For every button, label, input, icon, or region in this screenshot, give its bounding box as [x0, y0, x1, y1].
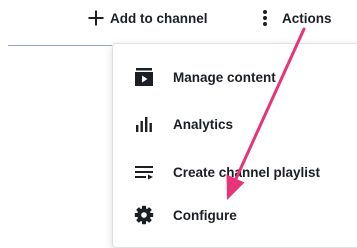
- menu-item-configure[interactable]: Configure: [113, 196, 357, 234]
- menu-item-label: Manage content: [173, 69, 276, 85]
- screen: Add to channel Actions Manage content An…: [0, 0, 357, 248]
- header-divider: [8, 45, 112, 46]
- playlist-add-icon: [133, 161, 155, 183]
- add-to-channel-label: Add to channel: [110, 10, 208, 26]
- menu-item-label: Analytics: [173, 116, 234, 132]
- play-box-icon: [133, 66, 155, 88]
- menu-item-manage-content[interactable]: Manage content: [113, 58, 357, 96]
- menu-item-label: Configure: [173, 207, 237, 223]
- actions-menu: Manage content Analytics Create channel …: [112, 43, 357, 248]
- actions-label: Actions: [282, 10, 332, 26]
- menu-item-analytics[interactable]: Analytics: [113, 105, 357, 143]
- plus-icon: [88, 10, 104, 26]
- menu-item-label: Create channel playlist: [173, 164, 321, 180]
- add-to-channel-button[interactable]: Add to channel: [88, 6, 208, 30]
- menu-item-create-channel-playlist[interactable]: Create channel playlist: [113, 153, 357, 191]
- actions-button[interactable]: Actions: [262, 6, 332, 30]
- more-vertical-icon: [262, 9, 268, 27]
- bar-chart-icon: [133, 113, 155, 135]
- gear-icon: [133, 204, 155, 226]
